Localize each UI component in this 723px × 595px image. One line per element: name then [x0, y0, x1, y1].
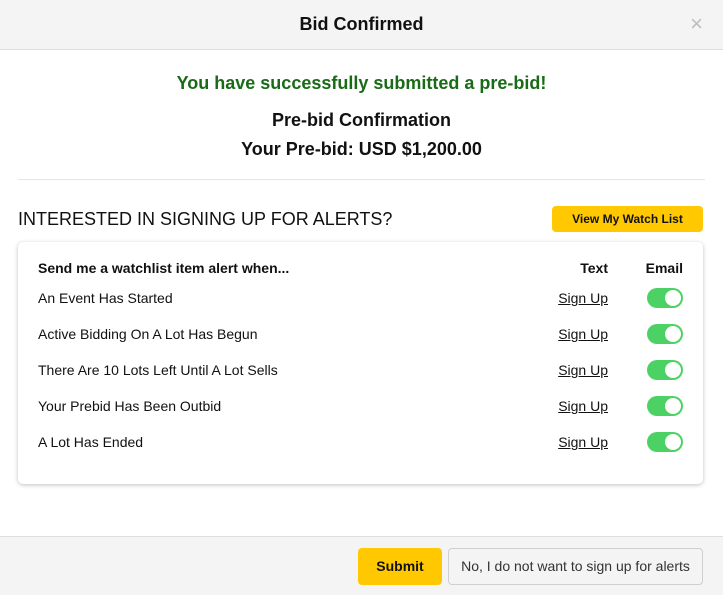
alert-label: There Are 10 Lots Left Until A Lot Sells [38, 362, 278, 378]
bid-confirmed-modal: Bid Confirmed × You have successfully su… [0, 0, 723, 595]
alerts-header: INTERESTED IN SIGNING UP FOR ALERTS? Vie… [0, 206, 723, 232]
email-toggle[interactable] [647, 360, 683, 380]
header-label: Send me a watchlist item alert when... [38, 260, 290, 276]
email-toggle[interactable] [647, 288, 683, 308]
alerts-table-header: Send me a watchlist item alert when... T… [38, 256, 683, 280]
alert-label: An Event Has Started [38, 290, 173, 306]
divider [18, 179, 705, 180]
text-sign-up-link[interactable]: Sign Up [558, 326, 608, 342]
toggle-knob [665, 362, 681, 378]
alerts-card: Send me a watchlist item alert when... T… [18, 242, 703, 484]
alert-row: Your Prebid Has Been Outbid Sign Up [38, 388, 683, 424]
alert-row: Active Bidding On A Lot Has Begun Sign Up [38, 316, 683, 352]
modal-footer: Submit No, I do not want to sign up for … [0, 536, 723, 595]
email-toggle[interactable] [647, 324, 683, 344]
prebid-amount: Your Pre-bid: USD $1,200.00 [241, 139, 482, 159]
alert-label: Active Bidding On A Lot Has Begun [38, 326, 258, 342]
alert-label: Your Prebid Has Been Outbid [38, 398, 222, 414]
alert-row: A Lot Has Ended Sign Up [38, 424, 683, 460]
toggle-knob [665, 398, 681, 414]
alert-row: There Are 10 Lots Left Until A Lot Sells… [38, 352, 683, 388]
text-sign-up-link[interactable]: Sign Up [558, 290, 608, 306]
toggle-knob [665, 326, 681, 342]
alerts-question: INTERESTED IN SIGNING UP FOR ALERTS? [18, 208, 393, 229]
email-toggle[interactable] [647, 396, 683, 416]
toggle-knob [665, 434, 681, 450]
header-email: Email [645, 260, 683, 276]
email-toggle[interactable] [647, 432, 683, 452]
modal-header: Bid Confirmed × [0, 0, 723, 50]
confirmation-title: Pre-bid Confirmation [272, 110, 451, 130]
confirmation-section: You have successfully submitted a pre-bi… [0, 50, 723, 160]
close-icon[interactable]: × [690, 13, 703, 35]
text-sign-up-link[interactable]: Sign Up [558, 398, 608, 414]
text-sign-up-link[interactable]: Sign Up [558, 434, 608, 450]
text-sign-up-link[interactable]: Sign Up [558, 362, 608, 378]
decline-alerts-button[interactable]: No, I do not want to sign up for alerts [448, 547, 703, 585]
alert-row: An Event Has Started Sign Up [38, 280, 683, 316]
view-watch-list-button[interactable]: View My Watch List [552, 206, 703, 232]
alert-label: A Lot Has Ended [38, 434, 144, 450]
success-message: You have successfully submitted a pre-bi… [176, 73, 547, 93]
toggle-knob [665, 290, 681, 306]
modal-title: Bid Confirmed [299, 14, 424, 34]
header-text: Text [580, 260, 608, 276]
submit-button[interactable]: Submit [358, 547, 442, 585]
